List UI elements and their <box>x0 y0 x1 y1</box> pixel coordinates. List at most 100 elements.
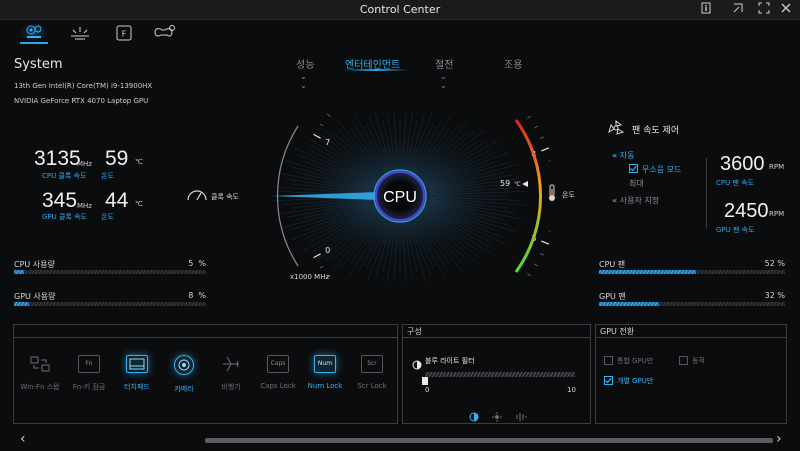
fan-user-option[interactable]: « 사용자 지정 <box>612 195 659 206</box>
fullscreen-icon[interactable] <box>756 2 772 18</box>
cpu-fan-bar <box>599 270 785 274</box>
gpu-temp-value: 44 <box>105 189 129 212</box>
discrete-gpu-checkbox[interactable] <box>604 376 613 385</box>
close-icon[interactable] <box>778 2 794 18</box>
gpu-usage-unit: % <box>198 291 206 300</box>
cpu-fan-rpm-unit: RPM <box>769 163 785 171</box>
title-bar: Control Center <box>0 0 800 20</box>
gpu-clock-value: 345 <box>42 189 78 212</box>
gauge-major-tick <box>541 147 550 152</box>
quiet-mode-label: 무소음 모드 <box>642 165 682 174</box>
blue-light-slider-track[interactable] <box>425 372 575 377</box>
gamepad-tab-icon[interactable] <box>150 22 178 44</box>
win-fn-swap-toggle[interactable]: Win-Fn 스왑 <box>20 355 60 392</box>
window-title: Control Center <box>359 3 441 16</box>
mode-silent[interactable]: 조용 <box>504 56 522 71</box>
blue-light-label: 블루 라이트 필터 <box>425 357 475 365</box>
scroll-left-arrow-icon[interactable]: ‹ <box>20 431 26 447</box>
gauge-minor-tick <box>319 123 324 127</box>
cpu-usage-unit: % <box>198 259 206 268</box>
temperature-pointer <box>522 181 528 187</box>
gpu-fan-unit: % <box>777 291 785 300</box>
brightness-icon[interactable] <box>491 407 503 422</box>
horizontal-scrollbar[interactable] <box>205 438 773 443</box>
gauge-minor-tick <box>534 125 538 129</box>
minimize-icon[interactable] <box>730 2 746 18</box>
gauge-center-label: CPU <box>383 189 417 206</box>
fan-auto-option[interactable]: « 자동 <box>612 150 634 161</box>
gpu-switch-title: GPU 전환 <box>596 325 786 338</box>
dashboard-tab-icon[interactable] <box>20 22 48 44</box>
mode-label: 성능 <box>296 60 315 71</box>
cpu-fan-rpm-label: CPU 팬 속도 <box>716 179 755 187</box>
gauge-minor-tick <box>540 253 544 256</box>
gauge-major-tick <box>313 133 321 139</box>
win-fn-swap-label: Win-Fn 스왑 <box>20 383 60 391</box>
cpu-clock-value: 3135 <box>34 147 81 170</box>
gauge-major-tick <box>541 240 550 245</box>
blue-light-slider-thumb[interactable] <box>422 377 428 385</box>
scroll-lock-label: Scr Lock <box>357 382 387 390</box>
slider-max-label: 10 <box>567 386 576 394</box>
integrated-gpu-label: 통합 GPU만 <box>617 357 654 365</box>
gauge-unit-label: x1000 MHz <box>290 273 329 281</box>
lighting-tab-icon[interactable] <box>66 22 94 44</box>
gauge-minor-tick <box>534 263 538 267</box>
fn-key-tab-icon[interactable]: F <box>110 22 138 44</box>
fan-max-option[interactable]: 최대 <box>629 178 644 189</box>
mode-label: 조용 <box>504 60 523 71</box>
cpu-fan-value: 52 % <box>745 259 785 268</box>
gpu-fan-rpm-value: 2450 <box>724 200 769 222</box>
integrated-gpu-checkbox[interactable] <box>604 356 613 365</box>
active-mode-indicator <box>343 69 408 71</box>
contrast-icon[interactable] <box>515 407 527 421</box>
gpu-name: NVIDIA GeForce RTX 4070 Laptop GPU <box>14 97 149 105</box>
gpu-usage-label: GPU 사용량 <box>14 292 56 301</box>
chevron-down-icon[interactable]: ⌄ ⌄ <box>440 72 447 90</box>
double-chevron-left-icon: « <box>612 151 618 160</box>
scroll-right-arrow-icon[interactable]: › <box>776 431 782 447</box>
config-title: 구성 <box>403 325 590 338</box>
airplane-mode-toggle[interactable]: 비행기 <box>211 355 251 392</box>
gpu-fan-rpm-label: GPU 팬 속도 <box>716 226 755 234</box>
gpu-clock-unit: MHz <box>77 202 92 210</box>
gauge-tick-label: 7 <box>325 138 330 147</box>
num-key-icon: Num <box>314 355 336 373</box>
caps-lock-indicator[interactable]: Caps Caps Lock <box>258 355 298 390</box>
cpu-fan-number: 52 <box>764 259 775 268</box>
gpu-fan-number: 32 <box>764 291 775 300</box>
cpu-temp-label: 온도 <box>101 172 114 180</box>
speedometer-icon <box>186 187 210 203</box>
gauge-temp-unit: ℃ <box>514 181 521 188</box>
gauge-minor-tick <box>527 273 531 277</box>
gauge-minor-tick <box>540 136 544 139</box>
num-lock-indicator[interactable]: Num Num Lock <box>305 355 345 390</box>
gpu-switch-panel: GPU 전환 <box>595 324 787 424</box>
camera-toggle[interactable]: 카메라 <box>164 355 204 394</box>
scroll-lock-indicator[interactable]: Scr Scr Lock <box>352 355 392 390</box>
config-panel: 구성 블루 라이트 필터 0 10 <box>402 324 591 424</box>
dynamic-gpu-checkbox[interactable] <box>679 356 688 365</box>
cpu-fan-label: CPU 팬 <box>599 260 626 269</box>
mode-performance[interactable]: 성능 <box>296 56 314 71</box>
fn-lock-toggle[interactable]: Fn Fn-키 잠금 <box>69 355 109 392</box>
slider-min-label: 0 <box>425 386 430 394</box>
info-icon[interactable] <box>698 2 714 18</box>
gauge-temp-value: 59 <box>500 179 510 188</box>
mode-power-saving[interactable]: 절전 <box>435 56 453 71</box>
gpu-fan-rpm-unit: RPM <box>769 210 785 218</box>
caps-key-icon: Caps <box>267 355 289 373</box>
cpu-usage-number: 5 <box>188 259 194 268</box>
fan-icon <box>607 119 627 136</box>
quiet-mode-checkbox[interactable] <box>629 164 638 173</box>
blue-light-icon <box>412 355 422 370</box>
cpu-clock-unit: MHz <box>77 160 92 168</box>
fan-user-label: 사용자 지정 <box>619 196 660 205</box>
keys-panel-header <box>14 325 397 338</box>
fan-control-title: 팬 속도 제어 <box>632 126 680 136</box>
touchpad-toggle[interactable]: 터치패드 <box>117 355 157 392</box>
chevron-down-icon[interactable]: ⌄ ⌄ <box>300 72 307 90</box>
blue-light-mode-icon[interactable] <box>469 407 479 422</box>
airplane-icon <box>220 355 242 373</box>
gauge-minor-tick <box>326 113 331 117</box>
